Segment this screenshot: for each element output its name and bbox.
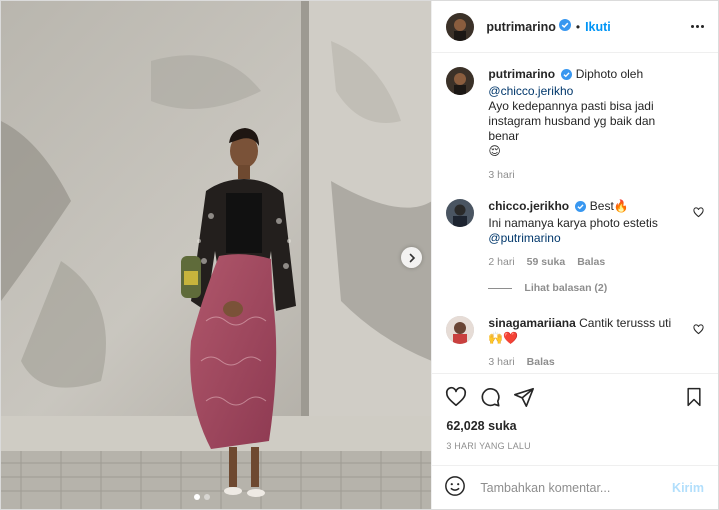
reply-button[interactable]: Balas bbox=[577, 255, 605, 270]
header-separator: • bbox=[575, 19, 581, 34]
verified-badge-icon bbox=[575, 201, 587, 216]
chevron-right-icon bbox=[409, 253, 415, 262]
follow-button[interactable]: Ikuti bbox=[585, 20, 611, 34]
verified-badge-icon bbox=[561, 69, 573, 84]
comment-icon[interactable] bbox=[478, 385, 502, 409]
comment-meta: 2 hari 59 suka Balas bbox=[488, 255, 688, 270]
comment-username[interactable]: sinagamariiana bbox=[488, 316, 575, 330]
carousel-dot bbox=[204, 494, 210, 500]
avatar-image bbox=[446, 316, 475, 344]
smiley-icon[interactable] bbox=[444, 475, 466, 500]
more-options-icon[interactable] bbox=[691, 25, 704, 28]
comment-emoji: 🙌❤️ bbox=[488, 331, 519, 345]
comments-list[interactable]: putrimarino Diphoto oleh @chicco.jerikho… bbox=[432, 53, 718, 373]
comment-time[interactable]: 3 hari bbox=[488, 355, 514, 370]
caption-text: Ayo kedepannya pasti bisa jadi instagram… bbox=[488, 99, 656, 143]
add-comment-bar: Kirim bbox=[432, 465, 718, 509]
author-avatar[interactable] bbox=[446, 12, 475, 41]
caption-emoji: 😌 bbox=[488, 144, 501, 158]
commenter-avatar[interactable] bbox=[446, 316, 475, 344]
comment-body: chicco.jerikho Best🔥 Ini namanya karya p… bbox=[488, 199, 688, 270]
caption-body: putrimarino Diphoto oleh @chicco.jerikho… bbox=[488, 67, 688, 183]
avatar-image bbox=[446, 199, 475, 227]
comment-like-heart-icon[interactable] bbox=[693, 324, 704, 338]
comment-text: Ini namanya karya photo estetis bbox=[488, 216, 658, 230]
carousel-next-button[interactable] bbox=[401, 247, 422, 268]
comment-time[interactable]: 2 hari bbox=[488, 255, 514, 270]
instagram-post: putrimarino • Ikuti putrimarino Diphoto … bbox=[0, 0, 719, 510]
send-comment-button[interactable]: Kirim bbox=[672, 481, 704, 495]
comment-meta: 3 hari Balas bbox=[488, 355, 688, 370]
avatar-image bbox=[446, 12, 475, 41]
comment-likes[interactable]: 59 suka bbox=[527, 255, 566, 270]
photo-scene bbox=[1, 1, 432, 509]
comment-text: Best🔥 bbox=[589, 199, 629, 213]
comment-username[interactable]: chicco.jerikho bbox=[488, 199, 569, 213]
comment-text: Cantik terusss uti bbox=[579, 316, 672, 330]
verified-badge-icon bbox=[558, 19, 571, 34]
caption-mention[interactable]: @chicco.jerikho bbox=[488, 84, 573, 98]
comment-input[interactable] bbox=[480, 480, 673, 495]
caption: putrimarino Diphoto oleh @chicco.jerikho… bbox=[446, 67, 704, 183]
view-replies-button[interactable]: Lihat balasan (2) bbox=[488, 282, 704, 294]
bookmark-icon[interactable] bbox=[682, 385, 706, 409]
comment-item: chicco.jerikho Best🔥 Ini namanya karya p… bbox=[446, 199, 704, 270]
caption-time[interactable]: 3 hari bbox=[488, 168, 514, 183]
comment-like-heart-icon[interactable] bbox=[693, 207, 704, 221]
caption-meta: 3 hari bbox=[488, 168, 688, 183]
carousel-indicator bbox=[194, 494, 210, 500]
post-actions bbox=[432, 373, 718, 419]
post-header: putrimarino • Ikuti bbox=[432, 1, 718, 53]
replies-divider bbox=[488, 287, 513, 289]
view-replies-label: Lihat balasan (2) bbox=[524, 282, 608, 294]
avatar-image bbox=[446, 67, 475, 95]
heart-icon[interactable] bbox=[444, 385, 468, 409]
author-username[interactable]: putrimarino bbox=[486, 20, 555, 34]
posted-time[interactable]: 3 HARI YANG LALU bbox=[432, 437, 718, 463]
likes-count[interactable]: 62,028 suka bbox=[432, 419, 718, 437]
caption-username[interactable]: putrimarino bbox=[488, 67, 555, 81]
comment-mention[interactable]: @putrimarino bbox=[488, 231, 560, 245]
carousel-dot-active bbox=[194, 494, 200, 500]
reply-button[interactable]: Balas bbox=[527, 355, 555, 370]
post-side-panel: putrimarino • Ikuti putrimarino Diphoto … bbox=[431, 1, 718, 509]
comment-body: sinagamariiana Cantik terusss uti 🙌❤️ 3 … bbox=[488, 316, 688, 370]
post-photo[interactable] bbox=[1, 1, 432, 509]
commenter-avatar[interactable] bbox=[446, 199, 475, 227]
paper-plane-icon[interactable] bbox=[512, 385, 536, 409]
caption-text-intro: Diphoto oleh bbox=[575, 67, 644, 81]
comment-item: sinagamariiana Cantik terusss uti 🙌❤️ 3 … bbox=[446, 316, 704, 370]
caption-avatar[interactable] bbox=[446, 67, 475, 95]
